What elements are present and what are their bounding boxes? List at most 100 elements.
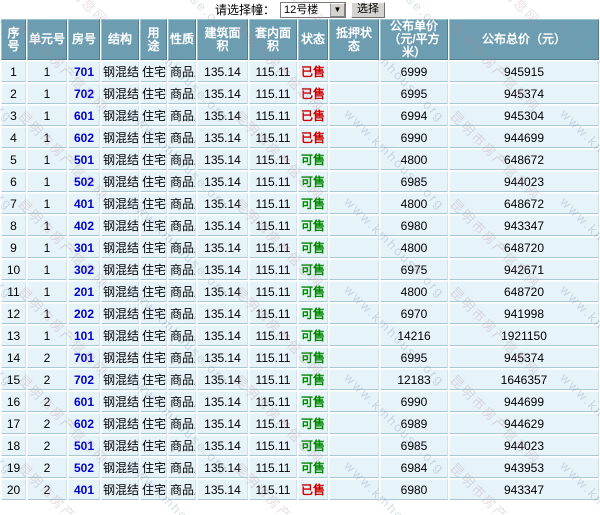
cell-structure: 钢混结构 <box>101 259 139 280</box>
cell-inner_area: 115.11 <box>249 325 297 346</box>
cell-mortgage <box>329 127 379 148</box>
table-row: 31 601 钢混结构住宅商品房135.14115.11已售 6994945304 <box>1 105 599 126</box>
room-number-link[interactable]: 602 <box>74 417 94 431</box>
column-header: 抵押状态 <box>329 19 379 60</box>
building-select[interactable]: 12号楼 ▼ <box>280 1 346 18</box>
cell-structure: 钢混结构 <box>101 391 139 412</box>
cell-unit_price: 4800 <box>380 281 448 302</box>
cell-unit_price: 6990 <box>380 127 448 148</box>
cell-unit_price: 6980 <box>380 215 448 236</box>
cell-unit: 1 <box>27 193 67 214</box>
cell-unit_price: 4800 <box>380 237 448 258</box>
cell-nature: 商品房 <box>168 259 196 280</box>
cell-mortgage <box>329 435 379 456</box>
room-number-link[interactable]: 601 <box>74 395 94 409</box>
cell-no: 9 <box>1 237 26 258</box>
cell-unit_price: 4800 <box>380 193 448 214</box>
table-row: 81 402 钢混结构住宅商品房135.14115.11可售 6980943347 <box>1 215 599 236</box>
room-number-link[interactable]: 202 <box>74 307 94 321</box>
room-number-link[interactable]: 501 <box>74 439 94 453</box>
cell-no: 19 <box>1 457 26 478</box>
cell-total_price: 943347 <box>449 479 599 500</box>
cell-no: 16 <box>1 391 26 412</box>
room-number-link[interactable]: 702 <box>74 373 94 387</box>
cell-total_price: 945374 <box>449 83 599 104</box>
select-building-button[interactable]: 选择 <box>351 1 385 18</box>
cell-structure: 钢混结构 <box>101 237 139 258</box>
room-number-link[interactable]: 502 <box>74 461 94 475</box>
room-number-link[interactable]: 502 <box>74 175 94 189</box>
cell-area: 135.14 <box>197 479 248 500</box>
cell-total_price: 648672 <box>449 149 599 170</box>
cell-area: 135.14 <box>197 105 248 126</box>
cell-nature: 商品房 <box>168 83 196 104</box>
table-header-row: 序号 单元号 房号 结构 用途 性质 建筑面积 套内面积 状态 抵押状态 公布单价（元/平方米） 公布… <box>1 19 599 60</box>
room-number-link[interactable]: 701 <box>74 351 94 365</box>
cell-use: 住宅 <box>140 325 167 346</box>
cell-area: 135.14 <box>197 457 248 478</box>
cell-total_price: 1921150 <box>449 325 599 346</box>
room-number-link[interactable]: 601 <box>74 109 94 123</box>
room-number-link[interactable]: 402 <box>74 219 94 233</box>
cell-use: 住宅 <box>140 61 167 82</box>
room-number-link[interactable]: 401 <box>74 483 94 497</box>
cell-mortgage <box>329 391 379 412</box>
cell-inner_area: 115.11 <box>249 127 297 148</box>
cell-total_price: 945304 <box>449 105 599 126</box>
cell-structure: 钢混结构 <box>101 369 139 390</box>
cell-status: 已售 <box>298 61 328 82</box>
cell-unit: 1 <box>27 149 67 170</box>
cell-use: 住宅 <box>140 413 167 434</box>
cell-unit: 1 <box>27 325 67 346</box>
cell-use: 住宅 <box>140 303 167 324</box>
cell-inner_area: 115.11 <box>249 347 297 368</box>
cell-use: 住宅 <box>140 149 167 170</box>
cell-structure: 钢混结构 <box>101 479 139 500</box>
cell-structure: 钢混结构 <box>101 457 139 478</box>
cell-status: 可售 <box>298 171 328 192</box>
room-number-link[interactable]: 501 <box>74 153 94 167</box>
column-header: 状态 <box>298 19 328 60</box>
column-header: 结构 <box>101 19 139 60</box>
cell-total_price: 944023 <box>449 435 599 456</box>
cell-unit: 2 <box>27 435 67 456</box>
table-row: 182 501 钢混结构住宅商品房135.14115.11可售 6985944023 <box>1 435 599 456</box>
cell-inner_area: 115.11 <box>249 479 297 500</box>
cell-mortgage <box>329 171 379 192</box>
room-number-link[interactable]: 101 <box>74 329 94 343</box>
cell-inner_area: 115.11 <box>249 259 297 280</box>
cell-room: 701 <box>68 61 100 82</box>
room-number-link[interactable]: 301 <box>74 241 94 255</box>
cell-use: 住宅 <box>140 281 167 302</box>
cell-unit: 1 <box>27 237 67 258</box>
room-number-link[interactable]: 602 <box>74 131 94 145</box>
room-number-link[interactable]: 701 <box>74 65 94 79</box>
room-number-link[interactable]: 702 <box>74 87 94 101</box>
room-number-link[interactable]: 401 <box>74 197 94 211</box>
cell-room: 401 <box>68 479 100 500</box>
cell-total_price: 943347 <box>449 215 599 236</box>
cell-structure: 钢混结构 <box>101 105 139 126</box>
cell-nature: 商品房 <box>168 105 196 126</box>
table-row: 11 701 钢混结构住宅商品房135.14115.11已售 6999945915 <box>1 61 599 82</box>
cell-unit_price: 6975 <box>380 259 448 280</box>
cell-status: 已售 <box>298 479 328 500</box>
cell-structure: 钢混结构 <box>101 149 139 170</box>
cell-area: 135.14 <box>197 215 248 236</box>
cell-structure: 钢混结构 <box>101 325 139 346</box>
cell-area: 135.14 <box>197 259 248 280</box>
cell-unit_price: 6970 <box>380 303 448 324</box>
room-number-link[interactable]: 302 <box>74 263 94 277</box>
cell-unit: 2 <box>27 369 67 390</box>
room-number-link[interactable]: 201 <box>74 285 94 299</box>
table-row: 162 601 钢混结构住宅商品房135.14115.11可售 6990944699 <box>1 391 599 412</box>
cell-nature: 商品房 <box>168 193 196 214</box>
chevron-down-icon[interactable]: ▼ <box>330 2 345 17</box>
cell-status: 可售 <box>298 193 328 214</box>
cell-inner_area: 115.11 <box>249 457 297 478</box>
cell-no: 2 <box>1 83 26 104</box>
cell-total_price: 941998 <box>449 303 599 324</box>
cell-mortgage <box>329 369 379 390</box>
cell-no: 14 <box>1 347 26 368</box>
cell-unit_price: 6980 <box>380 479 448 500</box>
